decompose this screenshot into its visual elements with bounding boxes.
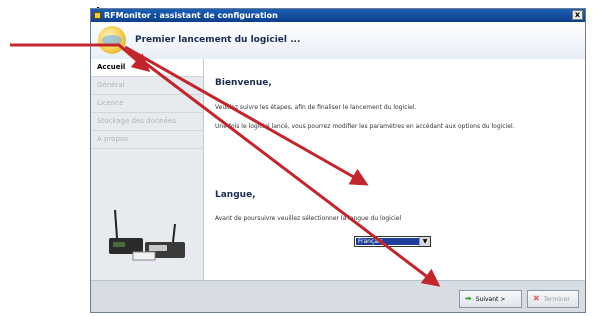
background-text-fragment	[278, 0, 408, 6]
language-select-value: Français	[356, 238, 421, 245]
arrow-right-icon: ➡	[465, 294, 472, 303]
wizard-footer: ➡ Suivant > ✖ Terminer	[91, 280, 585, 312]
devices-illustration	[109, 209, 185, 261]
next-button-label: Suivant >	[475, 296, 506, 303]
close-button[interactable]: x	[572, 10, 583, 20]
wizard-header: Premier lancement du logiciel ...	[91, 22, 585, 60]
welcome-title: Bienvenue,	[215, 78, 272, 88]
sidebar-item-a-propos[interactable]: A propos	[91, 131, 203, 149]
sidebar-item-accueil[interactable]: Accueil	[91, 59, 203, 77]
welcome-text-line-2: Une fois le logiciel lancé, vous pourrez…	[215, 123, 515, 130]
header-title: Premier lancement du logiciel ...	[135, 35, 301, 45]
title-bar: RFMonitor : assistant de configuration x	[91, 9, 585, 22]
wizard-sidebar: Accueil Général Licence Stockage des don…	[91, 59, 204, 280]
chevron-down-icon[interactable]: ▼	[419, 237, 430, 246]
sidebar-item-licence[interactable]: Licence	[91, 95, 203, 113]
next-button[interactable]: ➡ Suivant >	[459, 290, 522, 308]
finish-button: ✖ Terminer	[527, 290, 579, 308]
wizard-logo-icon	[98, 26, 126, 54]
sidebar-item-stockage[interactable]: Stockage des données	[91, 113, 203, 131]
finish-button-label: Terminer	[543, 296, 570, 303]
cross-icon: ✖	[533, 294, 540, 303]
language-title: Langue,	[215, 190, 256, 200]
welcome-text-line-1: Veuillez suivre les étapes, afin de fina…	[215, 104, 417, 111]
language-instruction: Avant de poursuivre veuillez sélectionne…	[215, 215, 402, 222]
wizard-content: Bienvenue, Veuillez suivre les étapes, a…	[204, 59, 585, 280]
setup-wizard-window: RFMonitor : assistant de configuration x…	[90, 8, 586, 313]
window-title: RFMonitor : assistant de configuration	[104, 11, 278, 20]
language-select[interactable]: Français ▼	[354, 236, 431, 247]
app-icon	[94, 12, 101, 19]
sidebar-item-general[interactable]: Général	[91, 77, 203, 95]
